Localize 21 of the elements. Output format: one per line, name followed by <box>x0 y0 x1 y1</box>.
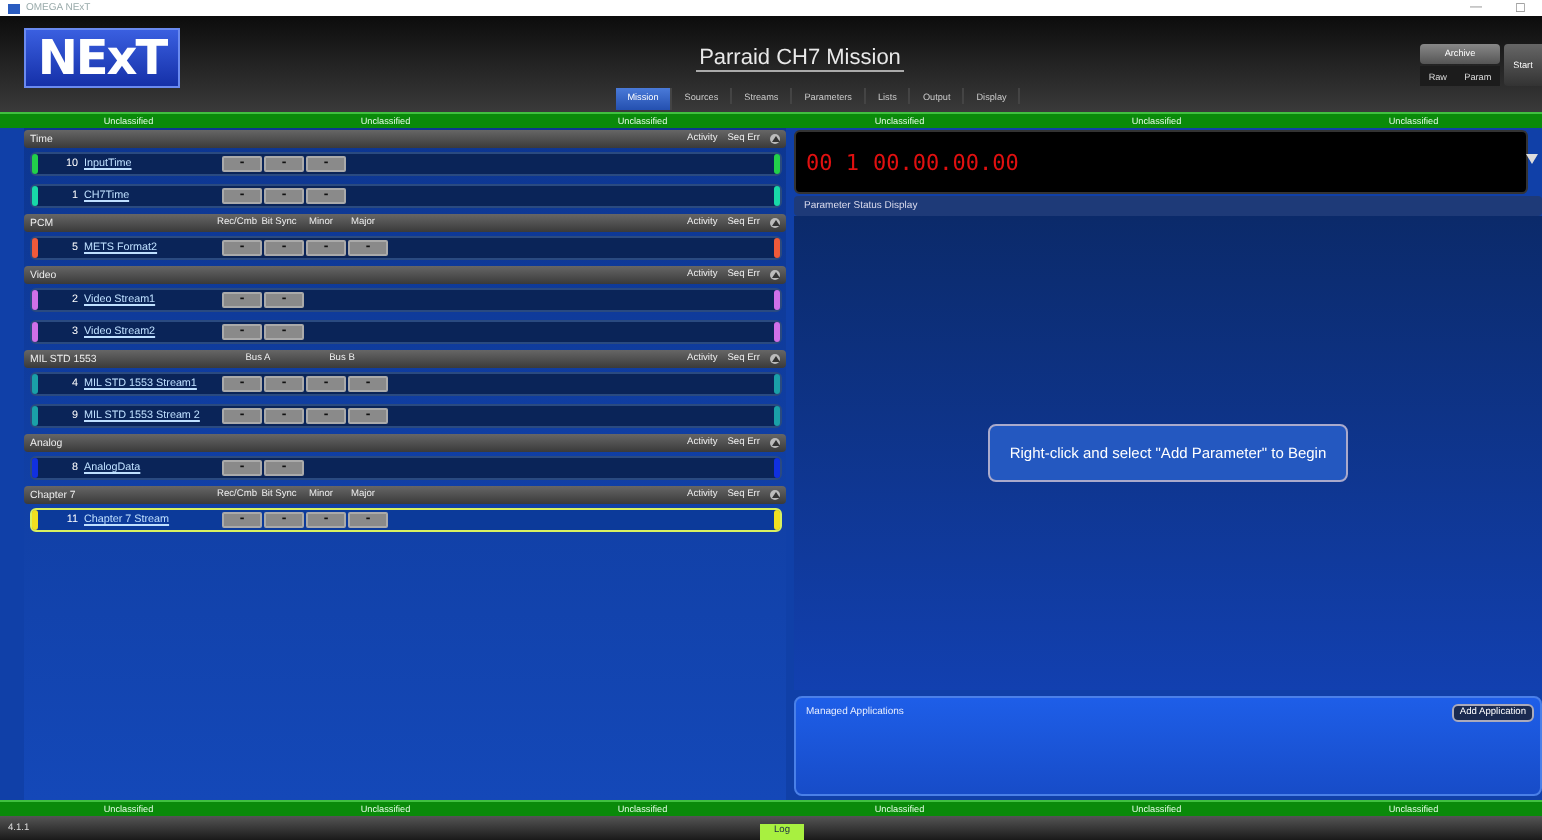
color-marker <box>774 374 780 394</box>
collapse-icon[interactable] <box>770 354 780 364</box>
color-marker <box>774 186 780 206</box>
collapse-icon[interactable] <box>770 490 780 500</box>
channel-readout: 00 1 <box>806 149 859 175</box>
mission-title: Parraid CH7 Mission <box>695 46 905 72</box>
color-marker <box>774 322 780 342</box>
collapse-icon[interactable] <box>770 134 780 144</box>
collapse-icon[interactable] <box>770 438 780 448</box>
logo: NExT <box>24 28 180 88</box>
collapse-icon[interactable] <box>770 218 780 228</box>
app-icon <box>8 3 20 13</box>
color-marker <box>774 290 780 310</box>
collapse-icon[interactable] <box>770 270 780 280</box>
time-readout: 00.00.00.00 <box>873 149 1019 175</box>
color-marker <box>774 406 780 426</box>
color-marker <box>774 154 780 174</box>
color-marker <box>774 458 780 478</box>
color-marker <box>774 510 780 530</box>
color-marker <box>774 238 780 258</box>
dropdown-icon[interactable] <box>1526 154 1538 164</box>
